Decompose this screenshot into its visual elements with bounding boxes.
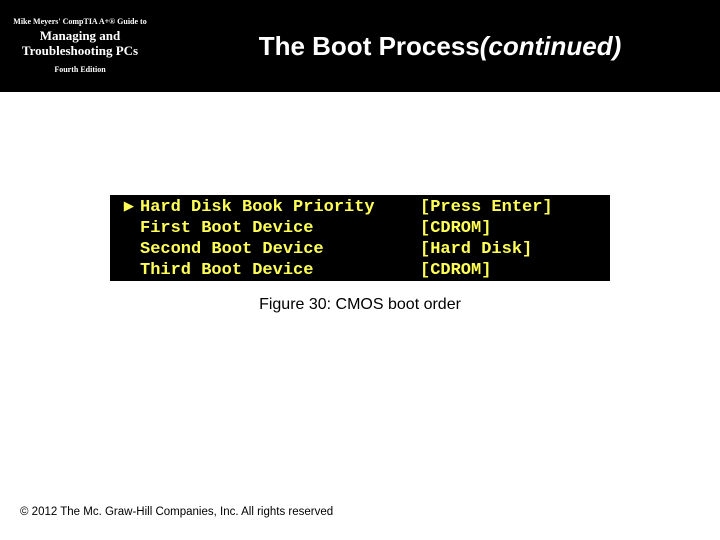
cmos-item-label: Second Boot Device: [140, 239, 420, 260]
cmos-row: First Boot Device [CDROM]: [110, 218, 610, 239]
slide-title: The Boot Process (continued): [160, 0, 720, 92]
book-series: Mike Meyers' CompTIA A+® Guide to: [13, 18, 146, 27]
cmos-row: Second Boot Device [Hard Disk]: [110, 239, 610, 260]
book-info-block: Mike Meyers' CompTIA A+® Guide to Managi…: [0, 0, 160, 92]
book-subtitle: Managing and Troubleshooting PCs: [6, 29, 154, 59]
title-continued: (continued): [480, 31, 622, 62]
figure-caption: Figure 30: CMOS boot order: [0, 296, 720, 314]
slide-header: Mike Meyers' CompTIA A+® Guide to Managi…: [0, 0, 720, 92]
cmos-item-value: [Press Enter]: [420, 197, 610, 218]
book-edition: Fourth Edition: [54, 65, 105, 74]
selection-indicator-icon: [110, 239, 140, 260]
cmos-item-value: [Hard Disk]: [420, 239, 610, 260]
cmos-row: Third Boot Device [CDROM]: [110, 260, 610, 281]
selection-indicator-icon: ▶: [110, 197, 140, 218]
cmos-item-value: [CDROM]: [420, 260, 610, 281]
cmos-item-label: Third Boot Device: [140, 260, 420, 281]
cmos-item-label: Hard Disk Book Priority: [140, 197, 420, 218]
cmos-row: ▶ Hard Disk Book Priority [Press Enter]: [110, 197, 610, 218]
cmos-screenshot: ▶ Hard Disk Book Priority [Press Enter] …: [110, 195, 610, 281]
selection-indicator-icon: [110, 260, 140, 281]
copyright-line: © 2012 The Mc. Graw-Hill Companies, Inc.…: [20, 506, 333, 518]
selection-indicator-icon: [110, 218, 140, 239]
title-main: The Boot Process: [259, 31, 480, 62]
cmos-item-value: [CDROM]: [420, 218, 610, 239]
cmos-item-label: First Boot Device: [140, 218, 420, 239]
